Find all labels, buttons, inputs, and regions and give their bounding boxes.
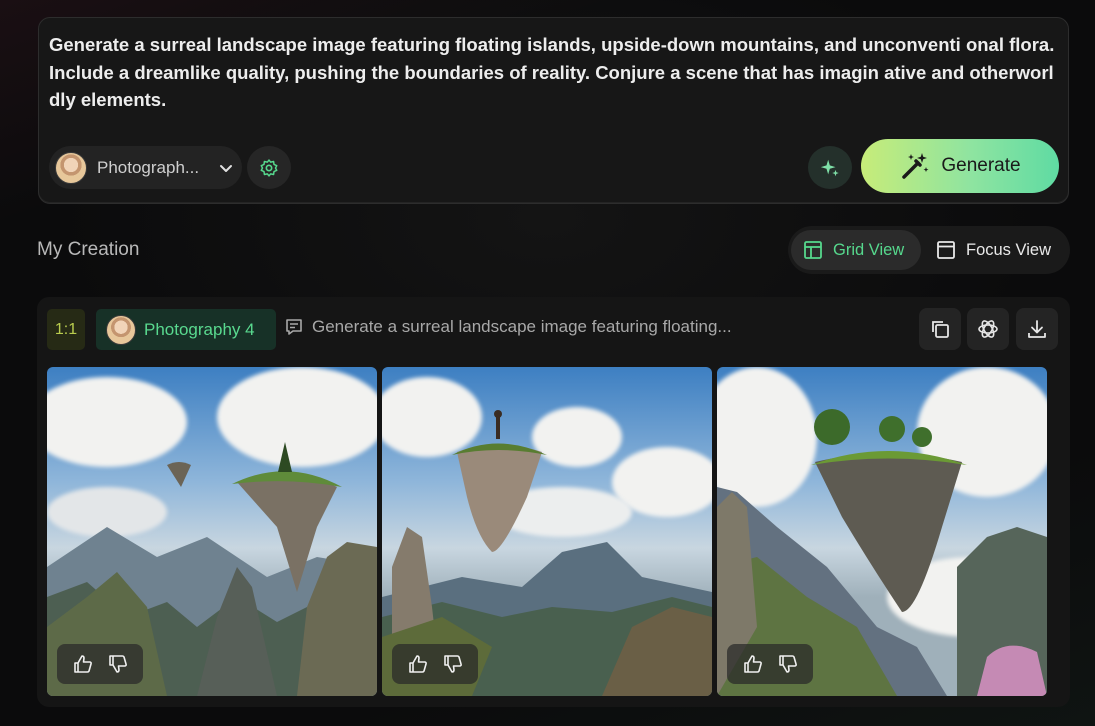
grid-icon [804,241,822,259]
download-button[interactable] [1016,308,1058,350]
generated-image-1[interactable] [47,367,377,696]
focus-view-button[interactable]: Focus View [924,230,1067,270]
remix-button[interactable] [967,308,1009,350]
enhance-prompt-button[interactable] [808,146,852,189]
style-avatar [106,314,136,345]
prompt-preview[interactable]: Generate a surreal landscape image featu… [284,317,732,337]
download-icon [1028,320,1046,338]
prompt-preview-text: Generate a surreal landscape image featu… [312,317,732,336]
generate-label: Generate [941,155,1021,176]
generate-button[interactable]: Generate [861,139,1059,193]
thumbs-down-icon[interactable] [777,653,799,675]
rating-bar [727,644,813,684]
prompt-input[interactable]: Generate a surreal landscape image featu… [49,31,1059,114]
style-badge-label: Photography 4 [144,319,255,339]
sparkles-icon [820,159,839,176]
style-avatar [55,151,87,184]
copy-button[interactable] [919,308,961,350]
rating-bar [57,644,143,684]
thumbs-up-icon[interactable] [407,653,429,675]
thumbs-up-icon[interactable] [742,653,764,675]
copy-icon [932,321,949,338]
style-select[interactable]: Photograph... [49,146,242,189]
style-select-label: Photograph... [97,157,200,177]
thumbs-down-icon[interactable] [442,653,464,675]
generated-image-3[interactable] [717,367,1047,696]
remix-icon [978,320,998,338]
window-icon [937,241,955,259]
thumbs-up-icon[interactable] [72,653,94,675]
chevron-down-icon [220,164,232,172]
section-title: My Creation [37,239,140,260]
rating-bar [392,644,478,684]
prompt-icon [286,319,302,335]
style-badge[interactable]: Photography 4 [96,309,276,350]
view-toggle: Grid View Focus View [788,226,1070,274]
generated-image-2[interactable] [382,367,712,696]
creation-card: 1:1 Photography 4 Generate a surreal lan… [37,297,1070,707]
magic-wand-icon [902,153,929,179]
focus-view-label: Focus View [966,240,1051,259]
grid-view-label: Grid View [833,240,905,259]
settings-button[interactable] [247,146,291,189]
grid-view-button[interactable]: Grid View [791,230,921,270]
aspect-ratio-badge: 1:1 [47,309,85,350]
prompt-panel: Generate a surreal landscape image featu… [38,17,1069,204]
thumbs-down-icon[interactable] [107,653,129,675]
gear-icon [260,158,278,177]
